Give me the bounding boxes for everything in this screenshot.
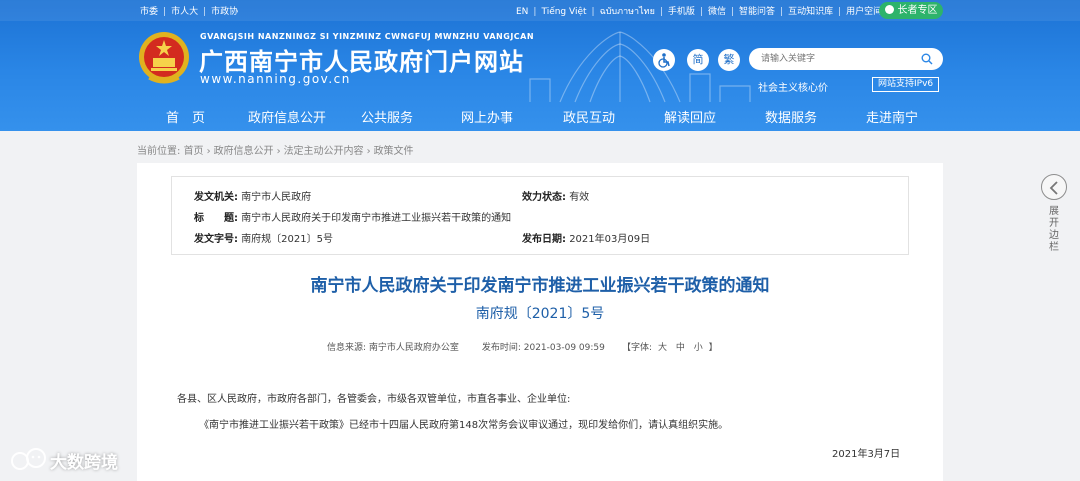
breadcrumb-prefix: 当前位置:	[137, 146, 181, 157]
font-small-button[interactable]: 小	[694, 343, 703, 353]
chevron-left-icon[interactable]	[1041, 174, 1067, 200]
link-peoples-congress[interactable]: 市人大	[171, 7, 198, 17]
elder-icon	[884, 5, 894, 14]
link-thai[interactable]: ฉบับภาษาไทย	[600, 7, 655, 17]
meta-title-value: 南宁市人民政府关于印发南宁市推进工业振兴若干政策的通知	[241, 213, 512, 224]
link-user-space[interactable]: 用户空间	[846, 7, 882, 17]
meta-status-label: 效力状态:	[522, 192, 566, 203]
core-values-text: 社会主义核心价	[758, 83, 828, 94]
wheelchair-icon[interactable]	[653, 49, 675, 71]
meta-docno-label: 发文字号:	[194, 234, 238, 245]
link-city-committee[interactable]: 市委	[140, 7, 158, 17]
meta-title-label: 标 题:	[194, 213, 238, 224]
meta-date-value: 2021年03月09日	[569, 234, 651, 245]
document-meta-table: 发文机关: 南宁市人民政府 效力状态: 有效 标 题: 南宁市人民政府关于印发南…	[171, 176, 909, 255]
search-input[interactable]	[761, 51, 911, 67]
font-medium-button[interactable]: 中	[676, 343, 685, 353]
top-links-right: EN | Tiếng Việt | ฉบับภาษาไทย | 手机版 | 微信 | 智能问答 | 互动…	[516, 7, 883, 17]
elder-mode-label: 长者专区	[897, 5, 938, 16]
link-cppcc[interactable]: 市政协	[211, 7, 238, 17]
nav-about-nanning[interactable]: 走进南宁	[866, 107, 918, 126]
site-pinyin: GVANGJSIH NANZNINGZ SI YINZMINZ CWNGFUJ …	[200, 32, 535, 41]
document-salutation: 各县、区人民政府，市政府各部门，各管委会，市级各双管单位，市直各事业、企业单位:	[177, 394, 571, 405]
breadcrumb-policy[interactable]: 政策文件	[374, 146, 414, 157]
watermark-text: 大数跨境	[50, 452, 118, 473]
meta-docno-value: 南府规〔2021〕5号	[241, 234, 333, 245]
meta-issuer-label: 发文机关:	[194, 192, 238, 203]
site-url: www.nanning.gov.cn	[200, 72, 351, 86]
ipv6-badge: 网站支持IPv6	[872, 77, 940, 92]
font-size-label: 【字体:	[622, 343, 653, 353]
link-english[interactable]: EN	[516, 7, 528, 17]
search-icon[interactable]	[921, 53, 933, 65]
link-mobile[interactable]: 手机版	[668, 7, 695, 17]
national-emblem-icon	[139, 32, 189, 84]
breadcrumb-home[interactable]: 首页	[184, 146, 204, 157]
link-wechat[interactable]: 微信	[708, 7, 726, 17]
watermark-logo	[11, 448, 46, 470]
meta-issuer-row: 发文机关: 南宁市人民政府	[194, 188, 311, 203]
simplified-chinese-button[interactable]: 简	[687, 49, 709, 71]
link-knowledge-base[interactable]: 互动知识库	[788, 7, 833, 17]
traditional-chinese-button[interactable]: 繁	[718, 49, 740, 71]
expand-sidebar-toggle[interactable]: 展 开 边 栏	[1041, 174, 1069, 264]
meta-status-row: 效力状态: 有效	[522, 188, 589, 203]
article-panel: 发文机关: 南宁市人民政府 效力状态: 有效 标 题: 南宁市人民政府关于印发南…	[137, 163, 943, 481]
nav-interaction[interactable]: 政民互动	[563, 107, 615, 126]
meta-status-value: 有效	[569, 192, 590, 203]
document-heading: 南宁市人民政府关于印发南宁市推进工业振兴若干政策的通知	[310, 276, 770, 296]
link-vietnamese[interactable]: Tiếng Việt	[541, 7, 586, 17]
breadcrumb: 当前位置: 首页 › 政府信息公开 › 法定主动公开内容 › 政策文件	[137, 146, 414, 157]
meta-title-row: 标 题: 南宁市人民政府关于印发南宁市推进工业振兴若干政策的通知	[194, 209, 511, 224]
nav-public-service[interactable]: 公共服务	[361, 107, 413, 126]
watermark: 大数跨境	[10, 447, 118, 475]
publish-value: 2021-03-09 09:59	[523, 343, 605, 353]
document-paragraph: 《南宁市推进工业振兴若干政策》已经市十四届人民政府第148次常务会议审议通过，现…	[199, 420, 729, 431]
meta-date-label: 发布日期:	[522, 234, 566, 245]
document-number: 南府规〔2021〕5号	[475, 306, 605, 322]
main-nav: 首 页 政府信息公开 公共服务 网上办事 政民互动 解读回应 数据服务 走进南宁	[0, 101, 1080, 131]
expand-sidebar-label: 展 开 边 栏	[1049, 206, 1059, 253]
source-label: 信息来源:	[327, 343, 367, 353]
nav-home[interactable]: 首 页	[166, 107, 205, 126]
meta-date-row: 发布日期: 2021年03月09日	[522, 230, 650, 245]
breadcrumb-statutory[interactable]: 法定主动公开内容	[284, 146, 364, 157]
site-header: 市委 | 市人大 | 市政协 EN | Tiếng Việt | ฉบับภาษาไทย | 手机版…	[0, 0, 1080, 131]
link-smart-qa[interactable]: 智能问答	[739, 7, 775, 17]
meta-docno-row: 发文字号: 南府规〔2021〕5号	[194, 230, 333, 245]
source-value: 南宁市人民政府办公室	[368, 343, 459, 353]
nav-interpretation[interactable]: 解读回应	[664, 107, 716, 126]
nav-online-service[interactable]: 网上办事	[461, 107, 513, 126]
nav-data-service[interactable]: 数据服务	[765, 107, 817, 126]
font-large-button[interactable]: 大	[658, 343, 667, 353]
elder-mode-button[interactable]: 长者专区	[879, 2, 943, 19]
font-size-close: 】	[708, 343, 718, 353]
top-links-left: 市委 | 市人大 | 市政协	[140, 7, 239, 17]
document-signed-date: 2021年3月7日	[832, 449, 901, 460]
publish-label: 发布时间:	[481, 343, 521, 353]
top-bar: 市委 | 市人大 | 市政协 EN | Tiếng Việt | ฉบับภาษาไทย | 手机版…	[0, 0, 1080, 21]
nav-gov-info[interactable]: 政府信息公开	[248, 107, 326, 126]
breadcrumb-gov-info[interactable]: 政府信息公开	[214, 146, 274, 157]
meta-issuer-value: 南宁市人民政府	[241, 192, 312, 203]
search-box	[749, 48, 943, 70]
document-info-line: 信息来源: 南宁市人民政府办公室 发布时间: 2021-03-09 09:59 …	[327, 340, 718, 353]
